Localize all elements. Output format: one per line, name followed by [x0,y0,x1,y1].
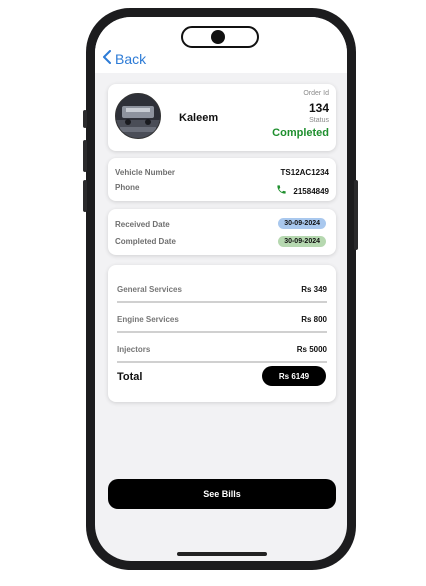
divider [117,301,327,303]
customer-name: Kaleem [179,112,219,124]
services-card: General Services Rs 349 Engine Services … [108,265,336,402]
app-screen: Back Kaleem Order Id 134 Status Complete… [95,17,347,561]
received-date-label: Received Date [115,220,170,229]
service-row: Engine Services Rs 800 [117,309,327,339]
service-amount: Rs 5000 [296,345,327,354]
vehicle-number-label: Vehicle Number [115,168,176,177]
service-label: Engine Services [117,315,179,324]
vehicle-number-value: TS12AC1234 [280,168,329,177]
service-amount: Rs 800 [301,315,327,324]
service-label: Injectors [117,345,151,354]
phone-icon [276,182,287,200]
dynamic-island [181,26,259,48]
avatar [115,93,161,139]
service-row: General Services Rs 349 [117,279,327,309]
order-id-value: 134 [308,101,329,115]
dates-card: Received Date 30-09-2024 Completed Date … [108,209,336,255]
back-button[interactable]: Back [102,50,146,67]
service-amount: Rs 349 [301,285,327,294]
phone-side-button [83,110,87,128]
phone-volume-up [83,140,87,172]
divider [117,331,327,333]
chevron-left-icon [102,50,112,67]
status-label: Status [309,117,329,124]
total-amount-badge: Rs 6149 [262,366,326,386]
phone-power-button [354,180,358,250]
order-header-card: Kaleem Order Id 134 Status Completed [108,84,336,151]
see-bills-button[interactable]: See Bills [108,479,336,509]
service-row: Injectors Rs 5000 [117,339,327,369]
phone-value: 21584849 [293,186,329,196]
camera-icon [211,30,225,44]
phone-link[interactable]: 21584849 [276,182,329,200]
completed-date-label: Completed Date [115,237,176,246]
service-label: General Services [117,285,182,294]
divider [117,361,327,363]
completed-date-badge: 30-09-2024 [278,236,326,247]
back-label: Back [115,50,147,67]
total-label: Total [117,371,143,383]
vehicle-card: Vehicle Number TS12AC1234 Phone 21584849 [108,158,336,201]
home-indicator[interactable] [177,552,267,556]
phone-label: Phone [115,183,140,192]
order-id-label: Order Id [303,90,329,97]
phone-volume-down [83,180,87,212]
received-date-badge: 30-09-2024 [278,218,326,229]
status-value: Completed [272,127,329,139]
top-bar: Back [95,17,347,73]
